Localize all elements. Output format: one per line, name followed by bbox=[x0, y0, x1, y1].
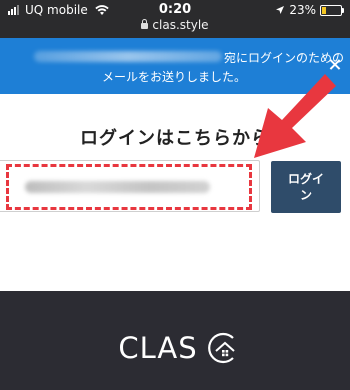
highlight-annotation bbox=[6, 164, 252, 210]
url-text: clas.style bbox=[152, 18, 209, 32]
house-logo-icon bbox=[208, 332, 235, 364]
lock-icon bbox=[141, 19, 149, 29]
logo-text: CLAS bbox=[118, 331, 198, 365]
redacted-email bbox=[34, 51, 222, 62]
login-button[interactable]: ログイ ン bbox=[271, 161, 341, 213]
footer: CLAS bbox=[0, 291, 350, 390]
battery-percent: 23% bbox=[289, 3, 316, 17]
footer-logo: CLAS bbox=[0, 331, 350, 365]
battery-fill bbox=[322, 6, 326, 14]
pointer-arrow-icon bbox=[254, 74, 336, 158]
status-right: 23% bbox=[275, 3, 344, 17]
battery-icon bbox=[320, 4, 344, 16]
banner-message-line2: メールをお送りしました。 bbox=[102, 70, 247, 84]
status-bar: UQ mobile 0:20 23% clas.style bbox=[0, 0, 350, 38]
address-bar[interactable]: clas.style bbox=[0, 18, 350, 32]
location-arrow-icon bbox=[276, 6, 285, 14]
